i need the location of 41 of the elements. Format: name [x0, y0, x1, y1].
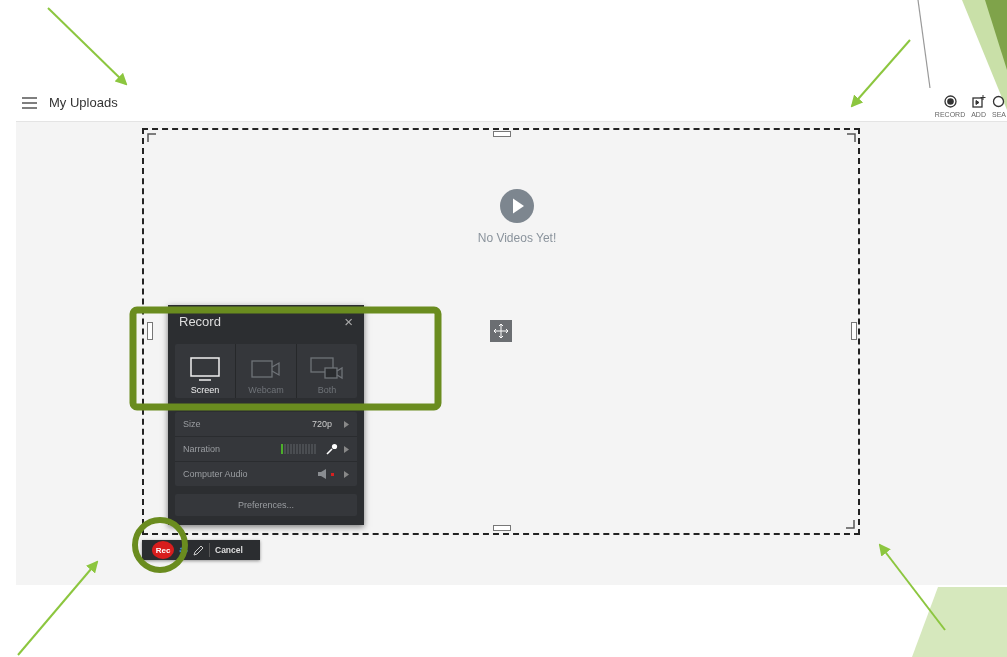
- slide-decoration: [985, 0, 1007, 70]
- page-title: My Uploads: [49, 95, 118, 110]
- chevron-right-icon: [344, 445, 349, 453]
- setting-label: Size: [183, 419, 201, 429]
- record-icon: [943, 95, 957, 108]
- highlight-circle: [132, 517, 188, 573]
- setting-label: Narration: [183, 444, 220, 454]
- start-capture-button[interactable]: Rec: [152, 541, 174, 559]
- camera-icon: [251, 357, 281, 381]
- setting-row[interactable]: Size 720p: [175, 412, 357, 437]
- monitor-camera-icon: [310, 357, 344, 381]
- source-option[interactable]: Screen: [175, 344, 236, 398]
- microphone-icon: [326, 443, 338, 455]
- search-icon: [992, 95, 1006, 108]
- resize-handle[interactable]: [851, 322, 857, 340]
- close-button[interactable]: ×: [344, 312, 353, 330]
- play-icon: [500, 189, 534, 223]
- menu-icon[interactable]: [22, 96, 37, 109]
- monitor-icon: [190, 357, 220, 381]
- corner-handle[interactable]: [147, 133, 157, 143]
- setting-row[interactable]: Computer Audio: [175, 462, 357, 486]
- pointer-arrow: [850, 39, 911, 108]
- setting-row[interactable]: Narration: [175, 437, 357, 462]
- preferences-button[interactable]: Preferences...: [175, 494, 357, 516]
- resize-handle[interactable]: [493, 131, 511, 137]
- setting-label: Computer Audio: [183, 469, 248, 479]
- panel-title: Record: [179, 313, 221, 329]
- resize-handle[interactable]: [147, 322, 153, 340]
- speaker-icon: [318, 469, 329, 479]
- gear-icon[interactable]: [179, 545, 188, 555]
- pencil-icon[interactable]: [193, 544, 204, 556]
- resize-handle[interactable]: [493, 525, 511, 531]
- corner-handle[interactable]: [846, 133, 856, 143]
- move-icon[interactable]: [490, 320, 512, 342]
- setting-value: 720p: [311, 419, 332, 429]
- corner-handle[interactable]: [845, 519, 855, 529]
- chevron-right-icon: [344, 470, 349, 478]
- chevron-right-icon: [344, 420, 349, 428]
- empty-message: No Videos Yet!: [477, 231, 557, 245]
- add-video-icon: [971, 95, 986, 108]
- cancel-button[interactable]: Cancel: [215, 545, 243, 555]
